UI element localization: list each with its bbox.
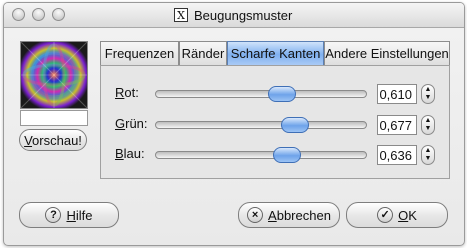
green-mnemonic: G: [115, 116, 126, 131]
cancel-button[interactable]: × Abbrechen: [238, 202, 340, 228]
red-value-field[interactable]: 0,610: [377, 84, 417, 104]
tab-control: Frequenzen Ränder Scharfe Kanten Andere …: [100, 41, 450, 179]
red-stepper[interactable]: ▲ ▼: [421, 84, 435, 104]
tab-andere-einstellungen[interactable]: Andere Einstellungen: [324, 41, 450, 65]
green-slider-track[interactable]: [155, 117, 367, 133]
red-slider-track[interactable]: [155, 86, 367, 102]
blue-label-rest: lau:: [123, 146, 145, 161]
checkmark-icon: ✓: [377, 207, 394, 223]
tab-frequenzen[interactable]: Frequenzen: [100, 41, 179, 65]
title-bar: X Beugungsmuster: [4, 3, 464, 28]
stepper-down-icon[interactable]: ▼: [425, 155, 432, 163]
help-button-label: Hilfe: [66, 208, 92, 223]
preview-progress-field: [20, 110, 88, 126]
ok-mnemonic: O: [398, 207, 409, 223]
tab-label: Frequenzen: [104, 46, 175, 61]
cancel-icon: ×: [247, 207, 264, 223]
blue-stepper[interactable]: ▲ ▼: [421, 145, 435, 165]
blue-mnemonic: B: [115, 146, 124, 161]
stepper-up-icon[interactable]: ▲: [425, 117, 432, 125]
ok-label-rest: K: [408, 207, 417, 223]
stepper-up-icon[interactable]: ▲: [425, 147, 432, 155]
preview-mnemonic: V: [24, 132, 33, 148]
green-label: Grün:: [115, 116, 148, 131]
cancel-label-rest: bbrechen: [276, 207, 331, 223]
tab-scharfe-kanten[interactable]: Scharfe Kanten: [227, 41, 324, 65]
tab-panel: Rot: 0,610 ▲ ▼ Grün: 0,677 ▲ ▼ Blau: 0,636…: [100, 65, 450, 179]
preview-button-label: Vorschau!: [24, 133, 82, 148]
green-label-rest: rün:: [125, 116, 148, 131]
zoom-window-button[interactable]: [52, 8, 65, 21]
tab-label: Scharfe Kanten: [230, 46, 321, 61]
stepper-down-icon[interactable]: ▼: [425, 125, 432, 133]
red-label: Rot:: [115, 85, 139, 100]
green-slider-thumb[interactable]: [281, 117, 309, 133]
x11-icon: X: [174, 8, 188, 22]
help-icon: ?: [45, 207, 62, 223]
green-stepper[interactable]: ▲ ▼: [421, 115, 435, 135]
tab-raender[interactable]: Ränder: [179, 41, 227, 65]
title-group: X Beugungsmuster: [174, 7, 292, 23]
help-mnemonic: H: [66, 207, 76, 223]
red-slider-thumb[interactable]: [268, 86, 296, 102]
preview-button[interactable]: Vorschau!: [19, 129, 87, 151]
red-mnemonic: R: [115, 85, 125, 100]
preview-image: [20, 41, 88, 109]
tab-label: Ränder: [181, 46, 225, 61]
cancel-mnemonic: A: [268, 207, 277, 223]
blue-slider-track[interactable]: [155, 147, 367, 163]
green-value-field[interactable]: 0,677: [377, 115, 417, 135]
window-title: Beugungsmuster: [194, 7, 293, 23]
stepper-up-icon[interactable]: ▲: [425, 86, 432, 94]
preview-label-rest: orschau!: [32, 132, 82, 148]
diffraction-pattern-image: [21, 42, 87, 108]
blue-label: Blau:: [115, 146, 145, 161]
dialog-window: X Beugungsmuster Vorschau! Frequenzen Rä…: [3, 2, 465, 246]
cancel-button-label: Abbrechen: [268, 208, 331, 223]
stepper-down-icon[interactable]: ▼: [425, 94, 432, 102]
red-label-rest: ot:: [124, 85, 139, 100]
tab-label: Andere Einstellungen: [325, 46, 449, 61]
ok-button-label: OK: [398, 208, 417, 223]
ok-button[interactable]: ✓ OK: [346, 202, 448, 228]
close-window-button[interactable]: [12, 8, 25, 21]
help-label-rest: ilfe: [75, 207, 93, 223]
blue-value-field[interactable]: 0,636: [377, 145, 417, 165]
help-button[interactable]: ? Hilfe: [19, 202, 119, 228]
minimize-window-button[interactable]: [32, 8, 45, 21]
blue-slider-thumb[interactable]: [273, 147, 301, 163]
